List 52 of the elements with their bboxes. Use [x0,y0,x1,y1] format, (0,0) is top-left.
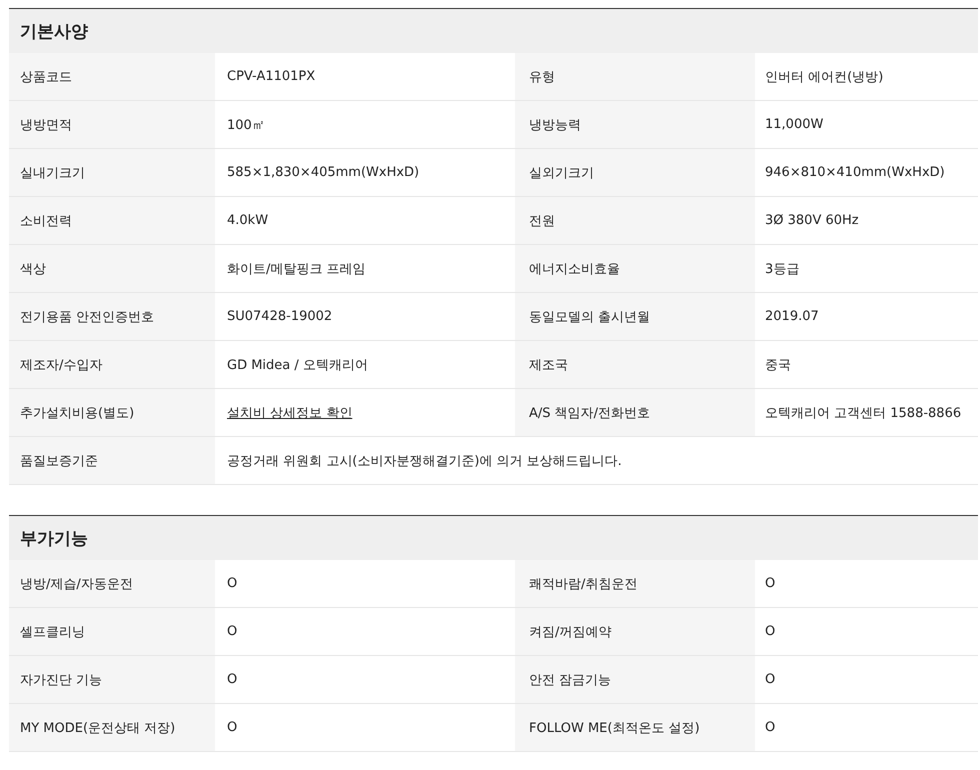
value-text: 100㎡ [227,116,265,134]
section-title: 기본사양 [20,20,88,42]
label-cell: 에너지소비효율 [515,245,755,292]
label-cell: 켜짐/꺼짐예약 [515,608,755,655]
value-text: 인버터 에어컨(냉방) [765,68,884,86]
value-text: O [765,576,776,591]
label-cell: 냉방능력 [515,101,755,148]
label-cell: 냉방면적 [9,101,215,148]
value-text: 3등급 [765,260,800,278]
value-text: 오텍캐리어 고객센터 1588-8866 [765,404,962,422]
label-cell: 냉방/제습/자동운전 [9,560,215,607]
label-cell: 소비전력 [9,197,215,244]
value-text: O [765,720,776,735]
label-cell: A/S 책임자/전화번호 [515,389,755,436]
value-text: 화이트/메탈핑크 프레임 [227,260,366,278]
label-cell: 전기용품 안전인증번호 [9,293,215,340]
label-cell: 제조자/수입자 [9,341,215,388]
value-text: O [227,576,238,591]
label-cell: 추가설치비용(별도) [9,389,215,436]
value-text: SU07428-19002 [227,309,332,324]
value-text: CPV-A1101PX [227,69,316,84]
section-title: 부가기능 [20,528,88,550]
value-text: GD Midea / 오텍캐리어 [227,356,368,374]
label-cell: 전원 [515,197,755,244]
label-cell: MY MODE(운전상태 저장) [9,704,215,751]
install-cost-link[interactable]: 설치비 상세정보 확인 [227,404,352,422]
label-cell: 쾌적바람/취침운전 [515,560,755,607]
value-text: O [227,720,238,735]
value-text: 공정거래 위원회 고시(소비자분쟁해결기준)에 의거 보상해드립니다. [227,452,622,470]
label-cell: 유형 [515,53,755,100]
value-text: 4.0kW [227,213,268,228]
value-text: O [227,624,238,639]
label-cell: 안전 잠금기능 [515,656,755,703]
label-cell: 자가진단 기능 [9,656,215,703]
value-text: 585×1,830×405mm(WxHxD) [227,165,420,180]
label-cell: 셀프클리닝 [9,608,215,655]
label-cell: 품질보증기준 [9,437,215,484]
value-text: 11,000W [765,117,824,132]
label-cell: 동일모델의 출시년월 [515,293,755,340]
label-cell: 제조국 [515,341,755,388]
value-text: 946×810×410mm(WxHxD) [765,165,945,180]
value-text: O [227,672,238,687]
value-text: O [765,672,776,687]
value-text: 2019.07 [765,309,819,324]
value-text: 3Ø 380V 60Hz [765,213,859,228]
label-cell: 실외기크기 [515,149,755,196]
label-cell: 색상 [9,245,215,292]
value-text: 중국 [765,356,791,374]
value-text: O [765,624,776,639]
label-cell: FOLLOW ME(최적온도 설정) [515,704,755,751]
label-cell: 상품코드 [9,53,215,100]
label-cell: 실내기크기 [9,149,215,196]
